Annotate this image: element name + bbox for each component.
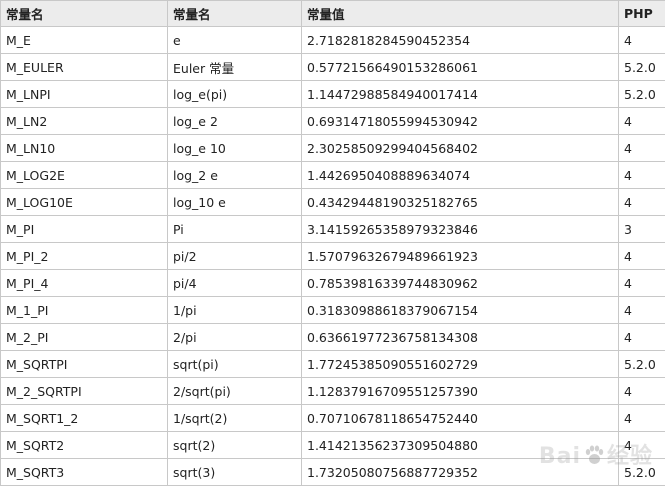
table-row: M_LN2 log_e 2 0.69314718055994530942 4: [0, 107, 665, 135]
constant-description-cell: Euler 常量: [167, 53, 302, 81]
php-version-cell: 4: [618, 134, 665, 162]
table-row: M_PI_4 pi/4 0.78539816339744830962 4: [0, 269, 665, 297]
table-row: M_PI_2 pi/2 1.57079632679489661923 4: [0, 242, 665, 270]
constant-value-cell: 1.41421356237309504880: [301, 431, 619, 459]
constant-name-cell: M_LN2: [0, 107, 168, 135]
constant-value-cell: 0.31830988618379067154: [301, 296, 619, 324]
table-row: M_LOG10E log_10 e 0.43429448190325182765 4: [0, 188, 665, 216]
constant-description-cell: 1/pi: [167, 296, 302, 324]
constants-table: 常量名 常量名 常量值 PHP M_E e 2.718281828459045235…: [0, 0, 665, 486]
constant-value-cell: 3.14159265358979323846: [301, 215, 619, 243]
table-row: M_SQRT2 sqrt(2) 1.41421356237309504880 4: [0, 431, 665, 459]
table-row: M_LNPI log_e(pi) 1.14472988584940017414 5.2…: [0, 80, 665, 108]
table-row: M_PI Pi 3.14159265358979323846 3: [0, 215, 665, 243]
table-row: M_SQRT3 sqrt(3) 1.73205080756887729352 5.2.…: [0, 458, 665, 486]
constant-value-cell: 2.30258509299404568402: [301, 134, 619, 162]
php-version-cell: 3: [618, 215, 665, 243]
constant-name-cell: M_2_PI: [0, 323, 168, 351]
php-version-cell: 4: [618, 161, 665, 189]
constant-description-cell: log_e(pi): [167, 80, 302, 108]
constant-name-cell: M_LNPI: [0, 80, 168, 108]
php-version-cell: 4: [618, 242, 665, 270]
table-row: M_2_PI 2/pi 0.63661977236758134308 4: [0, 323, 665, 351]
constant-name-cell: M_LN10: [0, 134, 168, 162]
constant-value-cell: 0.63661977236758134308: [301, 323, 619, 351]
php-version-cell: 5.2.0: [618, 350, 665, 378]
table-row: M_1_PI 1/pi 0.31830988618379067154 4: [0, 296, 665, 324]
constant-description-cell: log_e 10: [167, 134, 302, 162]
constant-name-cell: M_PI_2: [0, 242, 168, 270]
constant-description-cell: sqrt(pi): [167, 350, 302, 378]
constant-description-cell: sqrt(3): [167, 458, 302, 486]
table-row: M_LN10 log_e 10 2.30258509299404568402 4: [0, 134, 665, 162]
constant-name-cell: M_E: [0, 26, 168, 54]
constant-name-cell: M_EULER: [0, 53, 168, 81]
header-constant-description: 常量名: [167, 0, 302, 27]
php-version-cell: 4: [618, 323, 665, 351]
constant-value-cell: 0.78539816339744830962: [301, 269, 619, 297]
php-version-cell: 5.2.0: [618, 458, 665, 486]
constant-value-cell: 1.73205080756887729352: [301, 458, 619, 486]
php-version-cell: 4: [618, 431, 665, 459]
php-version-cell: 4: [618, 26, 665, 54]
table-row: M_E e 2.7182818284590452354 4: [0, 26, 665, 54]
constant-description-cell: 1/sqrt(2): [167, 404, 302, 432]
php-version-cell: 5.2.0: [618, 80, 665, 108]
header-constant-value: 常量值: [301, 0, 619, 27]
constant-description-cell: log_2 e: [167, 161, 302, 189]
constant-value-cell: 0.70710678118654752440: [301, 404, 619, 432]
constant-name-cell: M_PI_4: [0, 269, 168, 297]
constant-name-cell: M_1_PI: [0, 296, 168, 324]
constant-value-cell: 0.69314718055994530942: [301, 107, 619, 135]
constant-value-cell: 1.14472988584940017414: [301, 80, 619, 108]
table-row: M_2_SQRTPI 2/sqrt(pi) 1.128379167095512573…: [0, 377, 665, 405]
table-row: M_LOG2E log_2 e 1.4426950408889634074 4: [0, 161, 665, 189]
constant-value-cell: 0.57721566490153286061: [301, 53, 619, 81]
php-version-cell: 4: [618, 107, 665, 135]
constant-name-cell: M_LOG10E: [0, 188, 168, 216]
header-constant-name: 常量名: [0, 0, 168, 27]
php-version-cell: 4: [618, 296, 665, 324]
constant-description-cell: log_10 e: [167, 188, 302, 216]
header-php-version: PHP: [618, 0, 665, 27]
php-version-cell: 5.2.0: [618, 53, 665, 81]
constant-name-cell: M_2_SQRTPI: [0, 377, 168, 405]
constant-description-cell: pi/4: [167, 269, 302, 297]
constant-name-cell: M_SQRT1_2: [0, 404, 168, 432]
constant-value-cell: 1.77245385090551602729: [301, 350, 619, 378]
constant-value-cell: 1.12837916709551257390: [301, 377, 619, 405]
table-header-row: 常量名 常量名 常量值 PHP: [0, 0, 665, 27]
php-version-cell: 4: [618, 404, 665, 432]
table-row: M_EULER Euler 常量 0.57721566490153286061 5.2…: [0, 53, 665, 81]
constant-description-cell: e: [167, 26, 302, 54]
constant-name-cell: M_PI: [0, 215, 168, 243]
table-row: M_SQRTPI sqrt(pi) 1.77245385090551602729 5.…: [0, 350, 665, 378]
php-version-cell: 4: [618, 377, 665, 405]
constant-description-cell: Pi: [167, 215, 302, 243]
php-version-cell: 4: [618, 188, 665, 216]
constant-value-cell: 0.43429448190325182765: [301, 188, 619, 216]
constant-description-cell: 2/pi: [167, 323, 302, 351]
constant-description-cell: pi/2: [167, 242, 302, 270]
constant-description-cell: 2/sqrt(pi): [167, 377, 302, 405]
constant-value-cell: 2.7182818284590452354: [301, 26, 619, 54]
constant-name-cell: M_SQRTPI: [0, 350, 168, 378]
php-version-cell: 4: [618, 269, 665, 297]
constant-value-cell: 1.57079632679489661923: [301, 242, 619, 270]
constant-description-cell: log_e 2: [167, 107, 302, 135]
constant-name-cell: M_SQRT3: [0, 458, 168, 486]
constant-name-cell: M_SQRT2: [0, 431, 168, 459]
constant-description-cell: sqrt(2): [167, 431, 302, 459]
constant-value-cell: 1.4426950408889634074: [301, 161, 619, 189]
table-row: M_SQRT1_2 1/sqrt(2) 0.70710678118654752440…: [0, 404, 665, 432]
constant-name-cell: M_LOG2E: [0, 161, 168, 189]
